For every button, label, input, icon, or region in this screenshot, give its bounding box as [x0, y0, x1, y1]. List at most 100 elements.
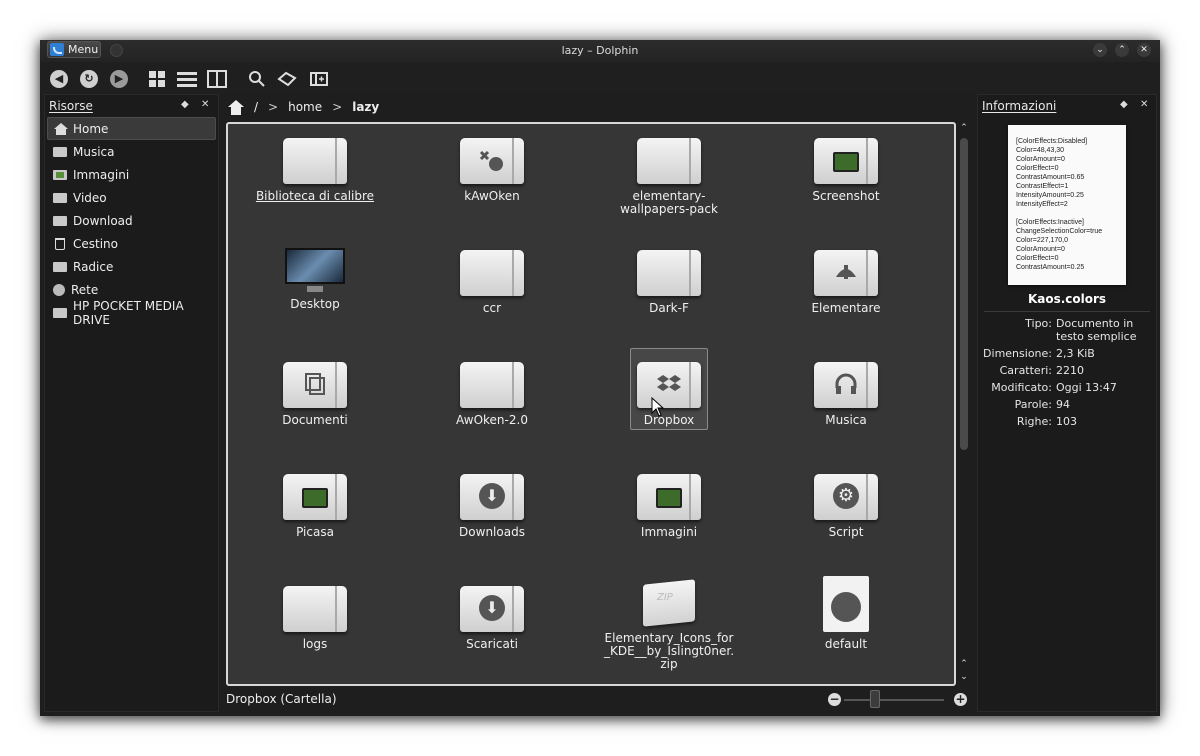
details-view-button[interactable]: [176, 68, 198, 90]
info-value: Oggi 13:47: [1056, 381, 1117, 394]
float-panel-icon[interactable]: ◆: [1120, 99, 1128, 110]
place-home[interactable]: Home: [47, 117, 216, 140]
scroll-up-icon[interactable]: ⌃: [958, 122, 970, 134]
forward-button[interactable]: ▶: [108, 68, 130, 90]
place-immagini[interactable]: Immagini: [47, 163, 216, 186]
breadcrumb-chevron-icon: >: [268, 100, 279, 114]
place-radice[interactable]: Radice: [47, 255, 216, 278]
trash-icon: [55, 237, 65, 250]
file-item[interactable]: Picasa: [240, 474, 390, 539]
network-icon: [53, 283, 65, 296]
breadcrumb-home[interactable]: home: [288, 100, 322, 114]
home-icon[interactable]: [228, 99, 244, 115]
place-hp-pocket-media-drive[interactable]: HP POCKET MEDIA DRIVE: [47, 299, 216, 327]
breadcrumb: / > home > lazy: [226, 96, 956, 118]
place-label: Immagini: [73, 167, 130, 182]
zoom-out-icon[interactable]: −: [828, 693, 841, 706]
zoom-in-icon[interactable]: +: [954, 693, 967, 706]
close-panel-icon[interactable]: ✕: [1140, 99, 1148, 110]
file-item[interactable]: Biblioteca di calibre: [240, 138, 390, 203]
folder-icon: [283, 138, 347, 184]
split-icon: [207, 70, 227, 88]
file-item[interactable]: ccr: [417, 250, 567, 315]
tag-button[interactable]: [276, 68, 298, 90]
zip-archive-icon: ZIP: [639, 574, 699, 627]
file-item[interactable]: Desktop: [240, 246, 390, 311]
file-item[interactable]: Screenshot: [771, 138, 921, 203]
file-item[interactable]: default: [771, 576, 921, 651]
file-label: Musica: [825, 413, 867, 427]
info-key: Parole:: [1014, 398, 1052, 411]
info-row: Tipo: Documento in testo semplice: [978, 317, 1156, 343]
place-label: Musica: [73, 144, 115, 159]
window-title: lazy – Dolphin: [561, 44, 639, 57]
reload-icon: ↻: [80, 70, 98, 88]
documents-folder-icon: [283, 362, 347, 408]
breadcrumb-root[interactable]: /: [254, 100, 258, 114]
maximize-button[interactable]: ⌃: [1115, 43, 1129, 57]
search-button[interactable]: [246, 68, 268, 90]
file-item[interactable]: Immagini: [594, 474, 744, 539]
back-button[interactable]: ◀: [48, 68, 70, 90]
split-view-button[interactable]: [206, 68, 228, 90]
list-icon: [177, 72, 197, 87]
dolphin-window: Menu lazy – Dolphin ⌄ ⌃ ✕ ◀ ↻ ▶ Risorse …: [40, 40, 1160, 716]
scrollbar-thumb[interactable]: [960, 138, 968, 450]
file-label: Biblioteca di calibre: [255, 189, 375, 203]
place-label: Rete: [71, 282, 99, 297]
titlebar[interactable]: Menu lazy – Dolphin ⌄ ⌃ ✕: [40, 40, 1160, 62]
folder-icon: [814, 250, 878, 296]
file-label: Documenti: [282, 413, 348, 427]
reload-button[interactable]: ↻: [78, 68, 100, 90]
file-label: Elementare: [811, 301, 881, 315]
file-item[interactable]: ⬇ Downloads: [417, 474, 567, 539]
music-folder-icon: [814, 362, 878, 408]
close-button[interactable]: ✕: [1137, 43, 1151, 57]
image-folder-icon: [637, 474, 701, 520]
file-item[interactable]: ZIP Elementary_Icons_for_KDE__by_Islingt…: [584, 574, 754, 671]
file-item[interactable]: ⚙ Script: [771, 474, 921, 539]
place-musica[interactable]: Musica: [47, 140, 216, 163]
folder-icon: [637, 250, 701, 296]
zoom-slider[interactable]: [844, 699, 944, 701]
file-item[interactable]: Elementare: [771, 250, 921, 315]
minimize-button[interactable]: ⌄: [1093, 43, 1107, 57]
place-video[interactable]: Video: [47, 186, 216, 209]
breadcrumb-current[interactable]: lazy: [352, 100, 379, 114]
scroll-down-icon[interactable]: ⌄: [958, 671, 970, 683]
float-panel-icon[interactable]: ◆: [181, 99, 189, 110]
file-item[interactable]: Dark-F: [594, 250, 744, 315]
info-row: Caratteri: 2210: [978, 364, 1156, 377]
headphones-icon: [835, 373, 857, 394]
file-item[interactable]: ⬇ Scaricati: [417, 586, 567, 651]
file-label: AwOken-2.0: [456, 413, 528, 427]
preview-button[interactable]: [308, 68, 330, 90]
information-panel: Informazioni ◆ ✕ [ColorEffects:Disabled]…: [977, 94, 1157, 712]
file-item[interactable]: kAwOken: [417, 138, 567, 203]
video-folder-icon: [53, 192, 67, 203]
info-key: Tipo:: [1025, 317, 1052, 330]
file-item[interactable]: AwOken-2.0: [417, 362, 567, 427]
zoom-slider-handle[interactable]: [870, 690, 880, 708]
close-panel-icon[interactable]: ✕: [201, 99, 209, 110]
grid-icon: [149, 71, 165, 87]
vertical-scrollbar[interactable]: ⌃ ⌃ ⌄: [958, 122, 970, 686]
info-row: Parole: 94: [978, 398, 1156, 411]
info-row: Righe: 103: [978, 415, 1156, 428]
back-arrow-icon: ◀: [50, 70, 68, 88]
file-item[interactable]: Musica: [771, 362, 921, 427]
icons-view-button[interactable]: [146, 68, 168, 90]
toolbar: ◀ ↻ ▶: [40, 62, 1160, 94]
home-icon: [54, 122, 68, 135]
image-folder-icon: [814, 138, 878, 184]
file-item[interactable]: elementary-wallpapers-pack: [594, 138, 744, 216]
place-download[interactable]: Download: [47, 209, 216, 232]
place-cestino[interactable]: Cestino: [47, 232, 216, 255]
file-view[interactable]: Biblioteca di calibre kAwOken elementary…: [226, 122, 956, 686]
file-item[interactable]: Documenti: [240, 362, 390, 427]
file-item[interactable]: logs: [240, 586, 390, 651]
scroll-up-icon[interactable]: ⌃: [958, 658, 970, 670]
file-preview: [ColorEffects:Disabled] Color=48,43,30 C…: [1008, 125, 1126, 285]
info-row: Modificato: Oggi 13:47: [978, 381, 1156, 394]
file-item-selected[interactable]: Dropbox: [630, 348, 708, 430]
